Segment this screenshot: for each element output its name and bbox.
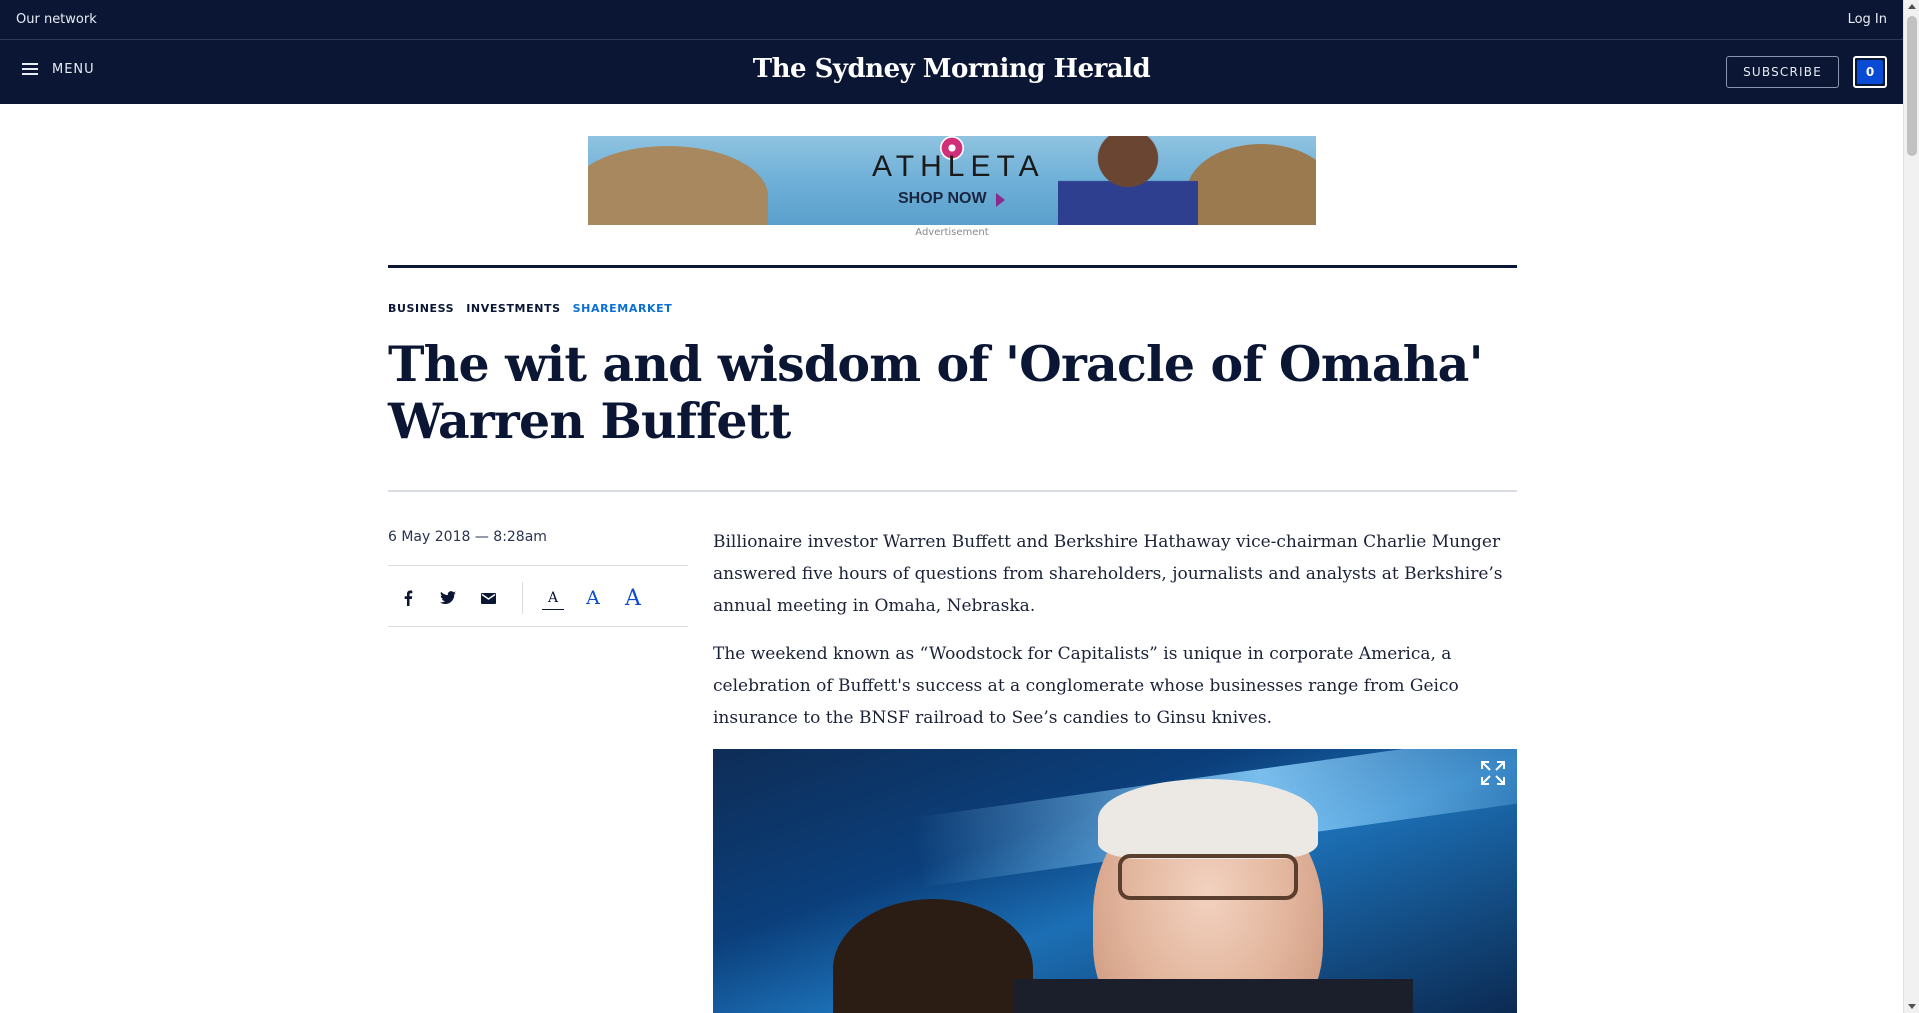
badge-count: 0 — [1857, 60, 1883, 84]
share-toolbar: A A A — [388, 580, 688, 616]
photo-subject-suit — [1013, 979, 1413, 1013]
font-size-small-button[interactable]: A — [542, 586, 564, 610]
share-separator — [522, 582, 523, 614]
scrollbar-thumb[interactable] — [1907, 16, 1917, 156]
headline-rule — [388, 490, 1517, 492]
masthead: MENU The Sydney Morning Herald SUBSCRIBE… — [0, 40, 1903, 104]
ad-brand: ATHLETA — [872, 150, 1045, 183]
login-link[interactable]: Log In — [1848, 12, 1887, 27]
facebook-icon[interactable] — [388, 580, 428, 616]
ad-rock-right — [1186, 144, 1316, 225]
site-logo[interactable]: The Sydney Morning Herald — [0, 54, 1903, 84]
publish-date: 6 May 2018 — 8:28am — [388, 529, 547, 545]
article-hero-photo — [713, 749, 1517, 1013]
ad-model-image — [1058, 136, 1198, 225]
paragraph-2: The weekend known as “Woodstock for Capi… — [713, 644, 1459, 728]
meta-rule-top — [388, 565, 688, 566]
twitter-icon[interactable] — [428, 580, 468, 616]
our-network-link[interactable]: Our network — [16, 12, 97, 27]
photo-background-person — [833, 899, 1033, 1013]
page-scrollbar[interactable] — [1903, 0, 1919, 1013]
expand-icon[interactable] — [1480, 760, 1506, 786]
paragraph-1: Billionaire investor Warren Buffett and … — [713, 532, 1503, 616]
article-headline: The wit and wisdom of 'Oracle of Omaha' … — [388, 335, 1484, 450]
font-size-large-button[interactable]: A — [613, 586, 653, 611]
meta-rule-bottom — [388, 626, 688, 627]
email-icon[interactable] — [468, 580, 508, 616]
network-bar: Our network Log In — [0, 0, 1903, 40]
breadcrumb-investments[interactable]: INVESTMENTS — [466, 302, 560, 315]
ad-cta: SHOP NOW — [898, 190, 987, 207]
breadcrumb-sharemarket[interactable]: SHAREMARKET — [573, 302, 673, 315]
subscribe-button[interactable]: SUBSCRIBE — [1726, 56, 1839, 88]
article-top-rule — [388, 265, 1517, 268]
photo-subject-hair — [1098, 779, 1318, 859]
photo-subject-glasses — [1118, 854, 1298, 900]
account-badge[interactable]: 0 — [1853, 56, 1887, 88]
ad-cta-arrow-icon — [996, 193, 1005, 207]
font-size-medium-button[interactable]: A — [573, 587, 613, 609]
ad-rock-left — [588, 146, 768, 225]
scroll-up-arrow-icon[interactable] — [1908, 4, 1916, 9]
breadcrumb: BUSINESS INVESTMENTS SHAREMARKET — [388, 302, 672, 315]
article-body: Billionaire investor Warren Buffett and … — [713, 526, 1517, 750]
scroll-down-arrow-icon[interactable] — [1908, 1004, 1916, 1009]
advertisement-banner[interactable]: ATHLETA SHOP NOW — [588, 136, 1316, 225]
advertisement-label: Advertisement — [915, 227, 989, 238]
breadcrumb-business[interactable]: BUSINESS — [388, 302, 454, 315]
